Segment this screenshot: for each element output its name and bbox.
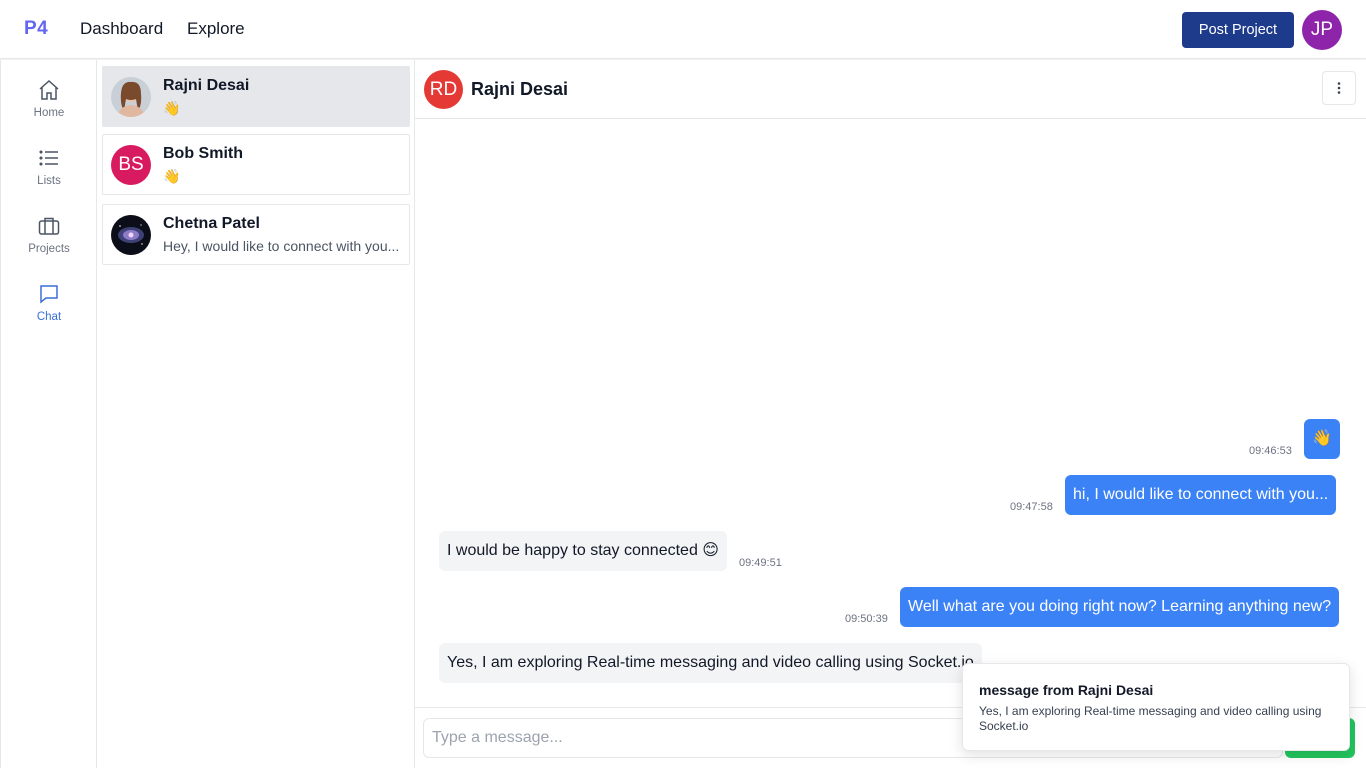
message-timestamp: 09:47:58 [1010,501,1053,513]
contact-name: Rajni Desai [471,79,569,99]
sidebar-item-label: Lists [37,175,61,187]
chat-bubble-icon [40,285,58,304]
user-avatar[interactable]: JP [1302,10,1342,50]
message-bubble-outgoing: hi, I would like to connect with you... [1065,475,1337,515]
conversation-preview: Hey, I would like to connect with you... [163,238,400,254]
post-project-button[interactable]: Post Project [1182,12,1294,48]
sidebar-item-chat[interactable]: Chat [1,282,97,342]
avatar-photo [111,77,151,117]
conversation-item-bob-smith[interactable]: BS Bob Smith 👋 [102,134,410,195]
sidebar-item-home[interactable]: Home [1,78,97,138]
nav-dashboard-link[interactable]: Dashboard [80,19,163,39]
briefcase-icon [38,217,60,235]
more-vertical-icon [1337,82,1341,94]
conversation-item-chetna-patel[interactable]: Chetna Patel Hey, I would like to connec… [102,204,410,265]
top-navbar: P4 Dashboard Explore Post Project JP [0,0,1366,59]
conversation-preview: 👋 [163,100,181,116]
message-timestamp: 09:46:53 [1249,445,1292,457]
conversation-name: Chetna Patel [163,215,260,232]
sidebar-item-label: Home [33,107,65,119]
sidebar-item-lists[interactable]: Lists [1,146,97,206]
avatar: BS [111,145,151,185]
toast-title: message from Rajni Desai [979,682,1154,698]
sidebar-item-label: Chat [36,311,62,323]
avatar-photo [111,215,151,255]
contact-avatar: RD [424,70,463,109]
message-bubble-outgoing: 👋 [1304,419,1340,459]
nav-explore-link[interactable]: Explore [187,19,245,39]
conversation-preview: 👋 [163,168,181,184]
sidebar-rail: Home Lists Projects Chat [0,60,97,768]
list-icon [39,150,58,166]
message-bubble-incoming: I would be happy to stay connected 😊 [439,531,727,571]
chat-header: RD Rajni Desai [415,60,1366,119]
message-timestamp: 09:49:51 [739,557,782,569]
conversation-item-rajni-desai[interactable]: Rajni Desai 👋 [102,66,410,127]
app-logo[interactable]: P4 [24,18,48,40]
toast-body: Yes, I am exploring Real-time messaging … [979,704,1322,733]
chat-menu-button[interactable] [1322,71,1356,105]
conversation-list: Rajni Desai 👋 BS Bob Smith 👋 Chetna Pate… [97,60,415,768]
chat-panel: RD Rajni Desai 👋 09:46:53 hi, I would li… [415,60,1366,768]
message-timestamp: 09:50:39 [845,613,888,625]
notification-toast[interactable]: message from Rajni Desai Yes, I am explo… [962,663,1350,751]
conversation-name: Rajni Desai [163,77,250,94]
home-icon [39,79,59,100]
sidebar-item-label: Projects [28,243,70,255]
message-bubble-incoming: Yes, I am exploring Real-time messaging … [439,643,982,683]
conversation-name: Bob Smith [163,145,243,162]
sidebar-item-projects[interactable]: Projects [1,214,97,274]
message-bubble-outgoing: Well what are you doing right now? Learn… [900,587,1340,627]
